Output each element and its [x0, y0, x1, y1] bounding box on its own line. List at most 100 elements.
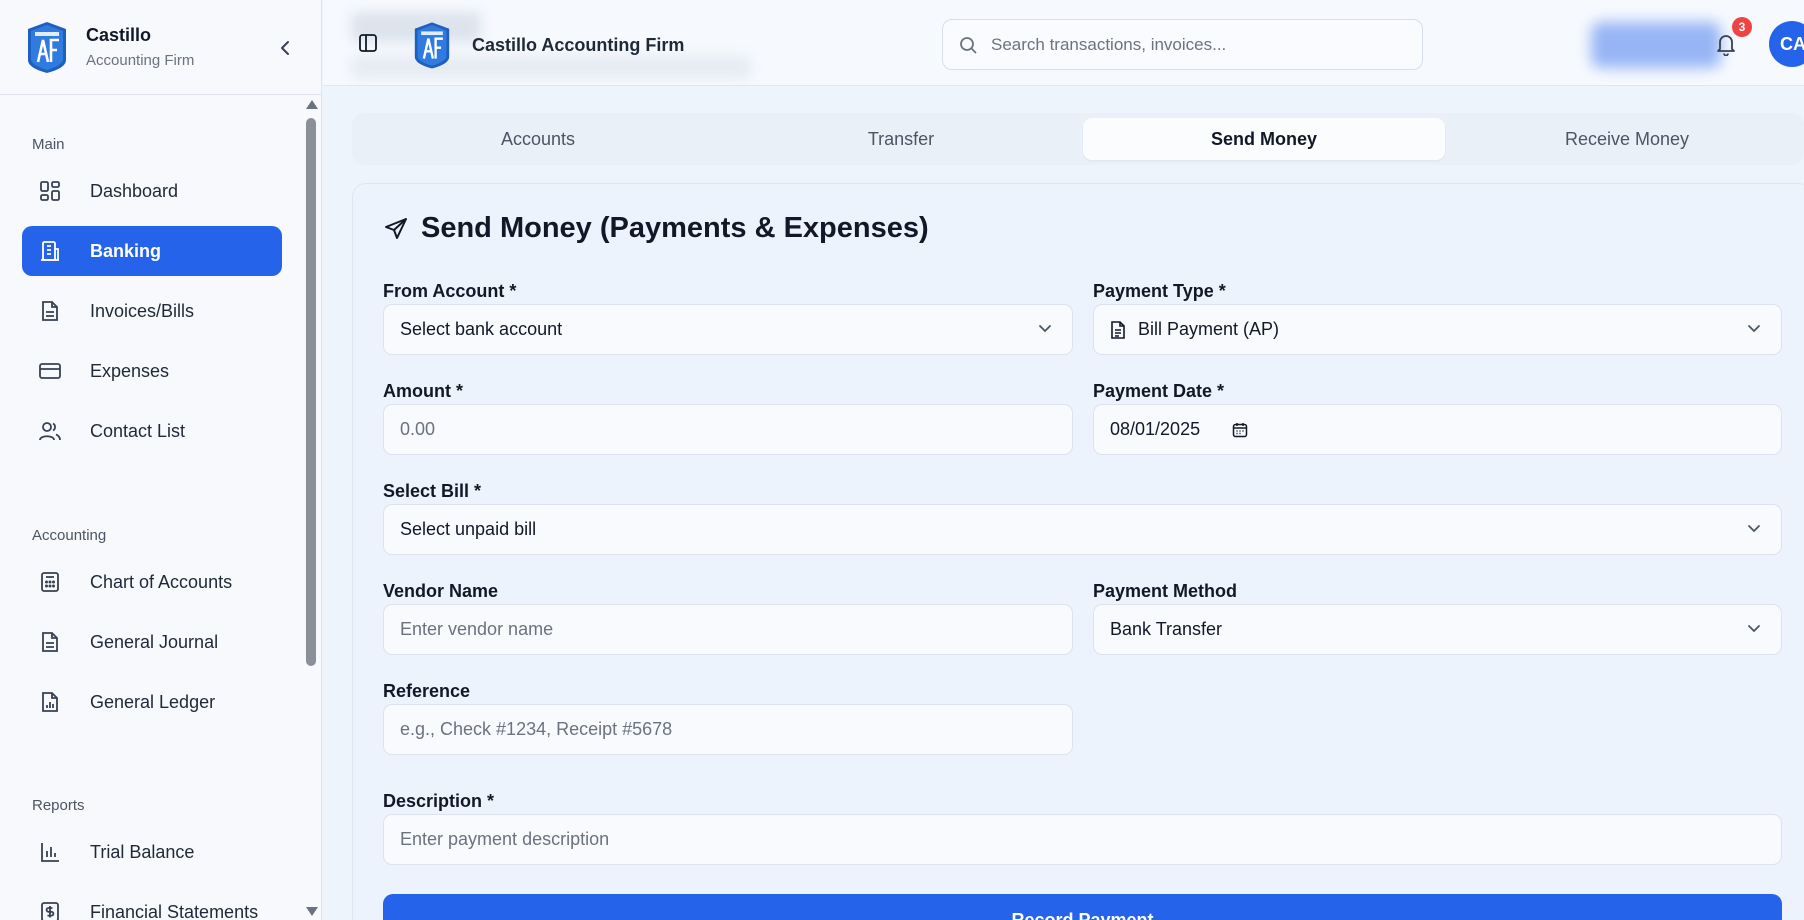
- brand-logo-icon: [28, 22, 66, 73]
- credit-card-icon: [38, 359, 62, 383]
- vendor-name-input[interactable]: [400, 619, 1072, 640]
- sidebar-item-label: General Journal: [90, 631, 219, 652]
- page-title: Send Money (Payments & Expenses): [421, 212, 929, 244]
- sidebar-item-contact-list[interactable]: Contact List: [22, 406, 282, 456]
- sidebar-item-financial-statements[interactable]: Financial Statements: [22, 887, 282, 920]
- scroll-down-arrow-icon[interactable]: [306, 907, 318, 916]
- collapse-sidebar-button[interactable]: [276, 38, 294, 58]
- select-bill-label: Select Bill *: [383, 481, 482, 501]
- card-header: Send Money (Payments & Expenses): [383, 212, 929, 245]
- search-input[interactable]: [991, 34, 1391, 55]
- app-title: Castillo Accounting Firm: [472, 35, 685, 55]
- payment-date-label: Payment Date *: [1093, 381, 1225, 401]
- avatar[interactable]: CA: [1769, 21, 1804, 67]
- amount-field[interactable]: [383, 404, 1073, 455]
- from-account-select[interactable]: Select bank account: [383, 304, 1073, 355]
- record-payment-button[interactable]: Record Payment: [383, 894, 1782, 920]
- payment-date-field[interactable]: 08/01/2025: [1093, 404, 1782, 455]
- sidebar-item-general-ledger[interactable]: General Ledger: [22, 677, 282, 727]
- sidebar-item-trial-balance[interactable]: Trial Balance: [22, 827, 282, 877]
- sidebar-item-expenses[interactable]: Expenses: [22, 346, 282, 396]
- panel-left-icon: [359, 34, 377, 52]
- scroll-up-arrow-icon[interactable]: [306, 100, 318, 109]
- bell-icon: [1717, 35, 1735, 57]
- vendor-name-label: Vendor Name: [383, 581, 499, 601]
- sidebar-toggle-button[interactable]: [358, 33, 378, 53]
- sidebar-item-chart-of-accounts[interactable]: Chart of Accounts: [22, 557, 282, 607]
- sidebar-item-label: General Ledger: [90, 691, 216, 712]
- sidebar-item-label: Dashboard: [90, 180, 179, 201]
- sidebar-nav: Main Dashboard Banking Invoices/Bills Ex…: [0, 96, 302, 920]
- notification-badge: 3: [1732, 17, 1752, 37]
- notifications-button[interactable]: [1715, 32, 1737, 57]
- calendar-icon[interactable]: [1232, 422, 1248, 438]
- brand-subtitle: Accounting Firm: [86, 52, 195, 69]
- blurred-action-button[interactable]: [1591, 22, 1721, 68]
- tab-receive-money[interactable]: Receive Money: [1446, 118, 1804, 160]
- bar-chart-icon: [38, 840, 62, 864]
- description-label: Description *: [383, 791, 495, 811]
- building-icon: [38, 239, 62, 263]
- vendor-name-field[interactable]: [383, 604, 1073, 655]
- sidebar-item-general-journal[interactable]: General Journal: [22, 617, 282, 667]
- reference-field[interactable]: [383, 704, 1073, 755]
- blurred-subheading: [351, 56, 751, 78]
- tab-accounts[interactable]: Accounts: [357, 118, 719, 160]
- from-account-value: Select bank account: [400, 319, 563, 339]
- chevron-down-icon: [1748, 525, 1760, 533]
- file-text-icon: [38, 299, 62, 323]
- sidebar-brand: Castillo Accounting Firm: [0, 0, 321, 95]
- sidebar-item-label: Invoices/Bills: [90, 300, 195, 321]
- chevron-down-icon: [1748, 625, 1760, 633]
- sidebar: Castillo Accounting Firm Main Dashboard …: [0, 0, 322, 920]
- reference-label: Reference: [383, 681, 471, 701]
- file-text-icon: [38, 630, 62, 654]
- payment-method-label: Payment Method: [1093, 581, 1238, 601]
- reference-input[interactable]: [400, 719, 1072, 740]
- chevron-down-icon: [1039, 325, 1051, 333]
- select-bill-select[interactable]: Select unpaid bill: [383, 504, 1782, 555]
- calculator-icon: [38, 570, 62, 594]
- sidebar-scrollbar[interactable]: [302, 96, 320, 920]
- scrollbar-thumb[interactable]: [306, 118, 316, 666]
- search-box[interactable]: [942, 19, 1423, 70]
- payment-method-select[interactable]: Bank Transfer: [1093, 604, 1782, 655]
- amount-label: Amount *: [383, 381, 463, 401]
- from-account-label: From Account *: [383, 281, 517, 301]
- sidebar-item-label: Chart of Accounts: [90, 571, 233, 592]
- layout-grid-icon: [38, 179, 62, 203]
- tab-transfer[interactable]: Transfer: [720, 118, 1082, 160]
- sidebar-item-dashboard[interactable]: Dashboard: [22, 166, 282, 216]
- sidebar-item-label: Expenses: [90, 360, 170, 381]
- sidebar-item-invoices[interactable]: Invoices/Bills: [22, 286, 282, 336]
- payment-type-select[interactable]: Bill Payment (AP): [1093, 304, 1782, 355]
- section-label-reports: Reports: [32, 797, 85, 814]
- sidebar-item-label: Contact List: [90, 420, 186, 441]
- brand-name: Castillo: [86, 25, 152, 45]
- tab-send-money[interactable]: Send Money: [1083, 118, 1445, 160]
- description-field[interactable]: [383, 814, 1782, 865]
- sidebar-item-label: Trial Balance: [90, 841, 195, 862]
- chevron-down-icon: [1748, 325, 1760, 333]
- banking-tabs: Accounts Transfer Send Money Receive Mon…: [352, 113, 1804, 165]
- sidebar-item-banking[interactable]: Banking: [22, 226, 282, 276]
- brand-logo-icon: [414, 22, 450, 69]
- section-label-accounting: Accounting: [32, 527, 107, 544]
- section-label-main: Main: [32, 136, 65, 153]
- payment-method-value: Bank Transfer: [1110, 619, 1223, 639]
- chevron-left-icon: [281, 41, 289, 55]
- sidebar-item-label: Financial Statements: [90, 901, 259, 920]
- select-bill-value: Select unpaid bill: [400, 519, 537, 539]
- users-icon: [38, 419, 62, 443]
- top-bar: Castillo Accounting Firm 3 CA: [323, 0, 1804, 86]
- payment-date-value: 08/01/2025: [1110, 419, 1201, 439]
- amount-input[interactable]: [400, 419, 1072, 440]
- file-text-icon: [1111, 320, 1125, 339]
- payment-type-label: Payment Type *: [1093, 281, 1226, 301]
- receipt-dollar-icon: [38, 900, 62, 920]
- search-icon: [960, 36, 977, 53]
- sidebar-item-label: Banking: [90, 240, 162, 261]
- send-icon: [385, 217, 407, 239]
- description-input[interactable]: [400, 829, 1781, 850]
- payment-type-value: Bill Payment (AP): [1138, 319, 1280, 339]
